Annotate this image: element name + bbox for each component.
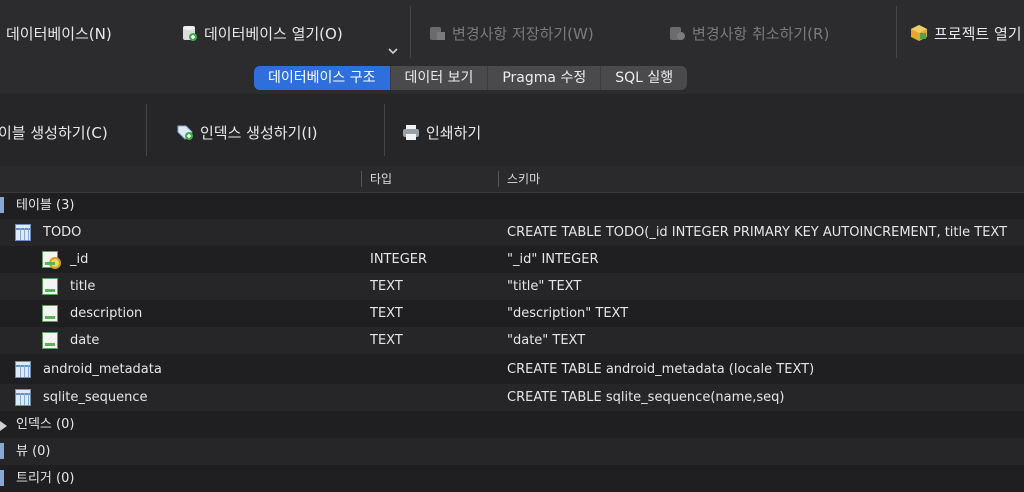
create-index-label: 인덱스 생성하기(I)	[200, 123, 318, 142]
field-schema: "title" TEXT	[507, 279, 582, 294]
tab-browse-data[interactable]: 데이터 보기	[391, 66, 489, 90]
table-schema: CREATE TABLE sqlite_sequence(name,seq)	[507, 390, 785, 405]
open-database-icon	[180, 24, 198, 42]
open-project-button[interactable]: 프로젝트 열기	[910, 20, 1022, 46]
field-type: TEXT	[370, 279, 403, 294]
new-database-button[interactable]: 데이터베이스(N)	[6, 20, 112, 46]
views-group-icon	[0, 443, 4, 459]
new-database-label: 데이터베이스(N)	[6, 24, 112, 43]
create-index-icon	[176, 123, 194, 141]
table-name: android_metadata	[43, 362, 162, 377]
table-icon	[15, 361, 31, 378]
table-icon	[15, 224, 31, 241]
column-header-schema[interactable]: 스키마	[498, 171, 540, 187]
printer-icon	[402, 123, 420, 141]
tree-row-indexes[interactable]: 인덱스 (0)	[0, 411, 1024, 438]
tree-row-table-android-metadata[interactable]: android_metadata CREATE TABLE android_me…	[0, 356, 1024, 383]
revert-changes-label: 변경사항 취소하기(R)	[692, 24, 830, 43]
column-header-type[interactable]: 타입	[361, 171, 392, 187]
table-header: 타입 스키마	[0, 166, 1024, 193]
column-icon	[42, 305, 58, 322]
chevron-down-icon[interactable]	[386, 44, 400, 58]
field-name: date	[70, 333, 100, 348]
triggers-group-label: 트리거 (0)	[16, 471, 75, 486]
open-database-button[interactable]: 데이터베이스 열기(O)	[180, 20, 343, 46]
open-project-label: 프로젝트 열기	[934, 24, 1022, 43]
tree-row-triggers[interactable]: 트리거 (0)	[0, 465, 1024, 492]
subtoolbar-divider	[146, 104, 147, 156]
tree-row-tables[interactable]: 테이블 (3)	[0, 192, 1024, 219]
create-table-button[interactable]: 이블 생성하기(C)	[0, 121, 108, 143]
tree-row-table-sqlite-sequence[interactable]: sqlite_sequence CREATE TABLE sqlite_sequ…	[0, 384, 1024, 411]
expand-triangle-icon[interactable]	[0, 421, 7, 431]
field-name: _id	[70, 252, 89, 267]
create-table-label: 이블 생성하기(C)	[0, 123, 108, 142]
field-type: TEXT	[370, 333, 403, 348]
field-type: TEXT	[370, 306, 403, 321]
toolbar-divider	[410, 6, 411, 58]
field-name: title	[70, 279, 96, 294]
field-type: INTEGER	[370, 252, 428, 267]
revert-changes-button[interactable]: 변경사항 취소하기(R)	[668, 20, 829, 46]
save-changes-button[interactable]: 변경사항 저장하기(W)	[428, 20, 594, 46]
table-name: sqlite_sequence	[43, 390, 148, 405]
open-database-label: 데이터베이스 열기(O)	[204, 24, 343, 43]
tree-row-field[interactable]: title TEXT "title" TEXT	[0, 273, 1024, 300]
triggers-group-icon	[0, 470, 4, 486]
structure-toolbar	[0, 94, 1024, 166]
save-changes-icon	[428, 24, 446, 42]
table-schema: CREATE TABLE TODO(_id INTEGER PRIMARY KE…	[507, 225, 1008, 240]
tables-group-label: 테이블 (3)	[16, 198, 75, 213]
tab-execute-sql[interactable]: SQL 실행	[601, 66, 687, 90]
save-changes-label: 변경사항 저장하기(W)	[452, 24, 594, 43]
print-label: 인쇄하기	[426, 123, 482, 142]
tab-group: 데이터베이스 구조 데이터 보기 Pragma 수정 SQL 실행	[254, 66, 688, 90]
tree-row-field[interactable]: _id INTEGER "_id" INTEGER	[0, 246, 1024, 273]
views-group-label: 뷰 (0)	[16, 444, 51, 459]
indexes-group-label: 인덱스 (0)	[16, 417, 75, 432]
tree-row-views[interactable]: 뷰 (0)	[0, 438, 1024, 465]
column-icon	[42, 278, 58, 295]
create-index-button[interactable]: 인덱스 생성하기(I)	[176, 121, 318, 143]
tree-row-table-todo[interactable]: TODO CREATE TABLE TODO(_id INTEGER PRIMA…	[0, 219, 1024, 246]
field-name: description	[70, 306, 143, 321]
column-icon	[42, 332, 58, 349]
tab-edit-pragmas[interactable]: Pragma 수정	[488, 66, 602, 90]
column-header-name[interactable]	[0, 171, 8, 187]
tree-row-field[interactable]: date TEXT "date" TEXT	[0, 327, 1024, 354]
tree-row-field[interactable]: description TEXT "description" TEXT	[0, 300, 1024, 327]
main-toolbar: 데이터베이스(N) 데이터베이스 열기(O) 변경사항 저장하기(W) 변경사항…	[0, 0, 1024, 64]
field-schema: "description" TEXT	[507, 306, 629, 321]
revert-changes-icon	[668, 24, 686, 42]
tab-database-structure[interactable]: 데이터베이스 구조	[254, 66, 391, 90]
subtoolbar-divider	[384, 104, 385, 156]
field-schema: "date" TEXT	[507, 333, 586, 348]
table-schema: CREATE TABLE android_metadata (locale TE…	[507, 362, 815, 377]
toolbar-divider	[896, 6, 897, 58]
field-schema: "_id" INTEGER	[507, 252, 599, 267]
table-name: TODO	[43, 225, 82, 240]
table-icon	[15, 389, 31, 406]
key-icon	[42, 251, 61, 269]
print-button[interactable]: 인쇄하기	[402, 121, 481, 143]
project-icon	[910, 24, 928, 42]
tables-group-icon	[0, 197, 4, 213]
